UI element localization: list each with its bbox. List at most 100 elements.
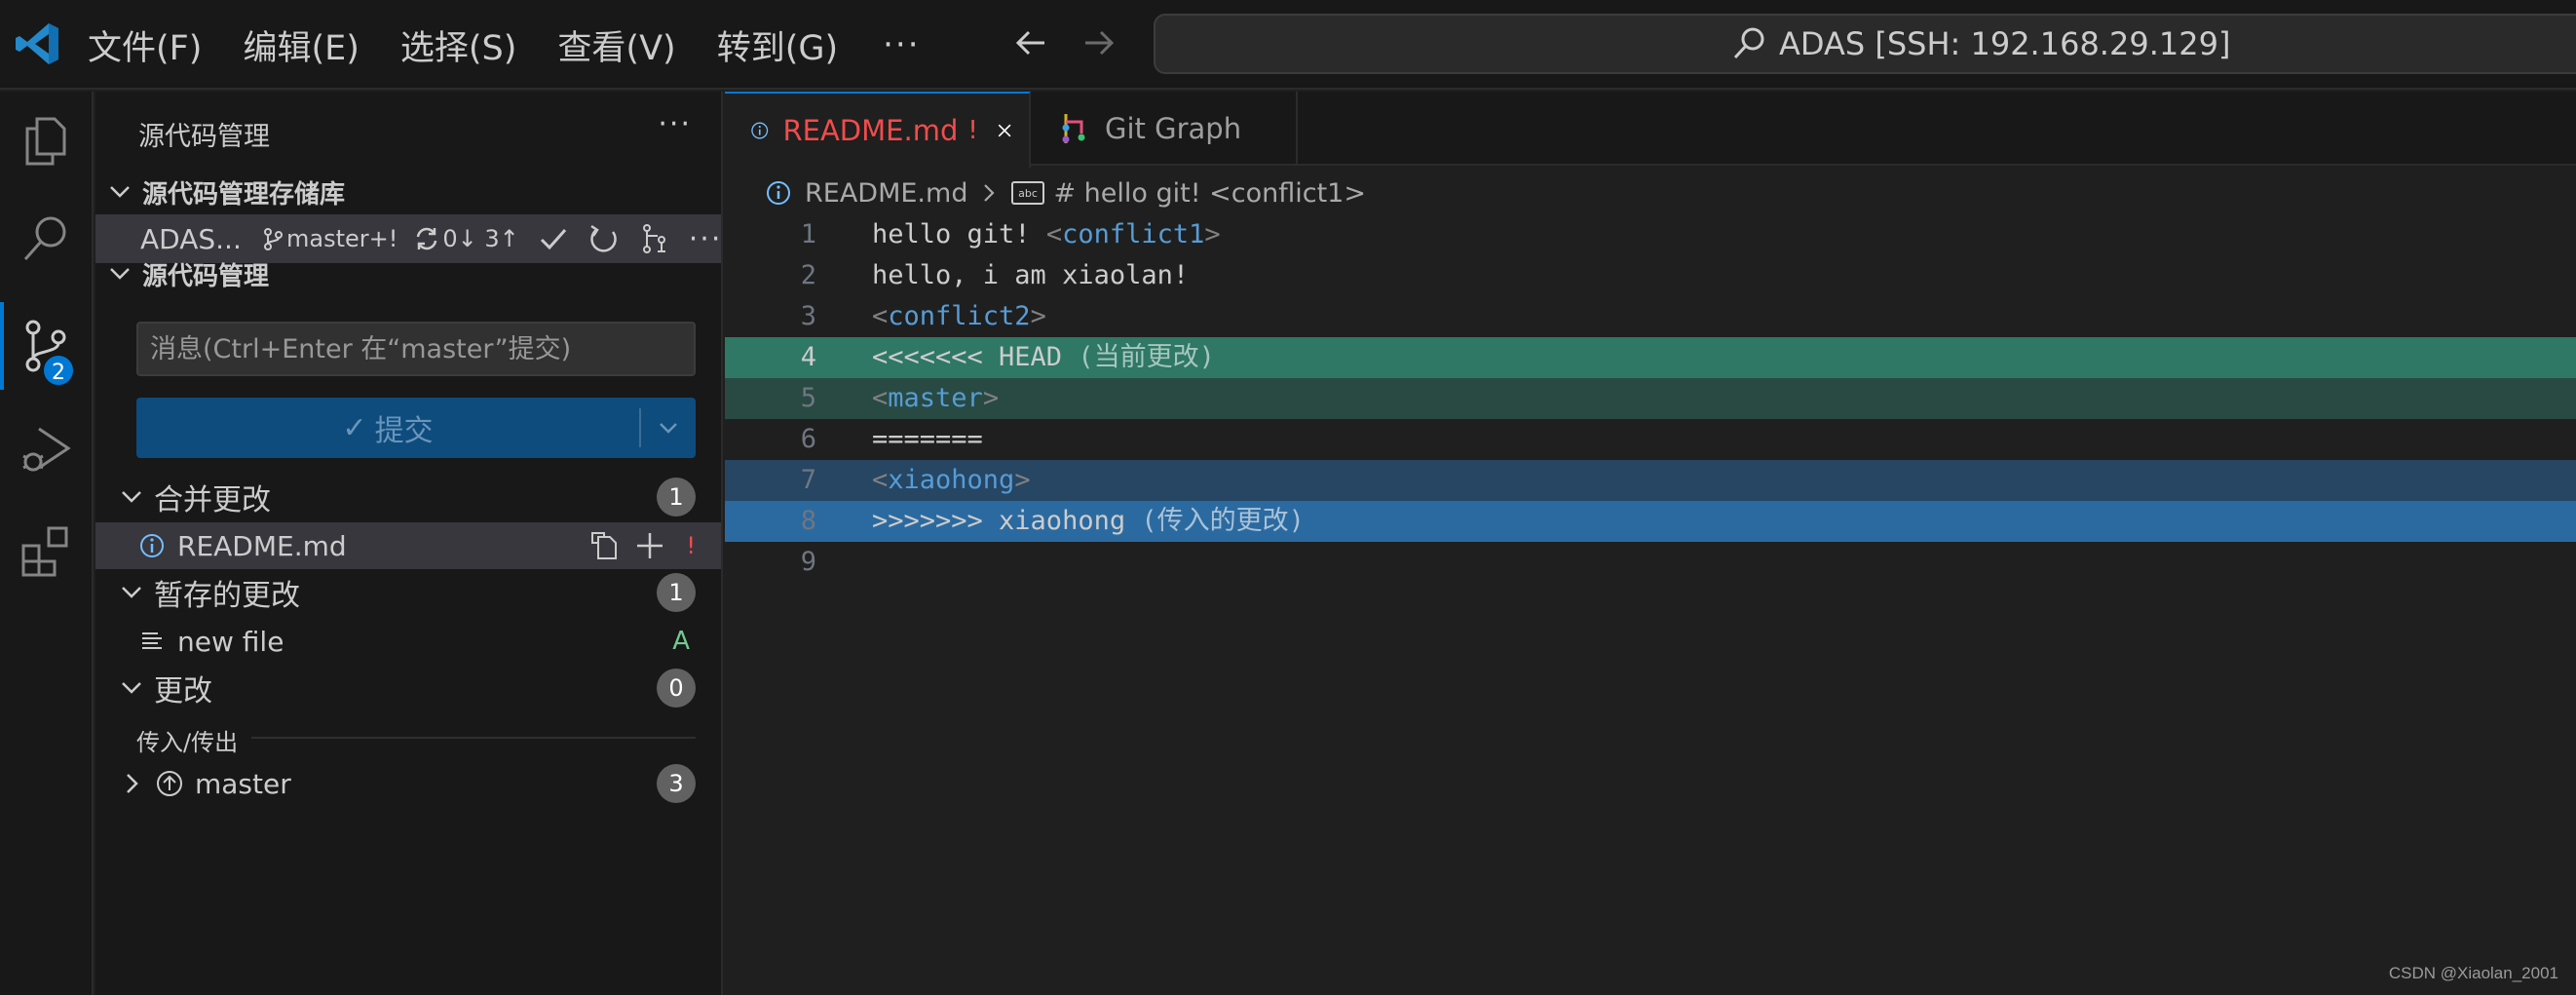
staged-file-row[interactable]: new file A [95, 618, 721, 665]
vscode-logo-icon [16, 23, 58, 64]
forward-arrow-icon[interactable] [1080, 23, 1118, 62]
tab-readme-label: README.md [782, 114, 959, 147]
source-control-section-label: 源代码管理 [142, 261, 270, 291]
extensions-icon[interactable] [18, 522, 74, 579]
code-line: 2 hello, i am xiaolan! [725, 255, 2576, 296]
search-view-icon[interactable] [18, 210, 74, 267]
source-control-section-header[interactable]: 源代码管理 [95, 251, 721, 296]
sync-icon [417, 227, 437, 250]
merge-changes-count: 1 [657, 478, 696, 517]
commit-dropdown-button[interactable] [641, 398, 696, 458]
current-change-marker-line: 4 <<<<<<< HEAD (当前更改) [725, 337, 2576, 378]
menu-more-button[interactable]: ··· [883, 25, 920, 64]
line-number: 6 [800, 424, 816, 454]
tab-git-graph-label: Git Graph [1105, 112, 1242, 145]
repositories-section-label: 源代码管理存储库 [142, 179, 346, 210]
info-icon [767, 181, 790, 205]
commit-button-group: ✓ 提交 [136, 398, 696, 458]
repositories-section-header[interactable]: 源代码管理存储库 [95, 170, 721, 214]
code-text: <conflict2> [872, 301, 1046, 331]
incoming-outgoing-label: 传入/传出 [136, 729, 239, 756]
staged-file-name: new file [177, 625, 284, 658]
editor-tab-bar: README.md ! Git Graph [725, 92, 2576, 168]
tab-readme[interactable]: README.md ! [725, 92, 1031, 168]
sync-indicator[interactable]: 0↓ 3↑ [413, 225, 519, 252]
source-control-sidebar: 源代码管理 ··· 源代码管理存储库 ADAS... master+! 0↓ 3… [95, 92, 723, 995]
code-text: hello, i am xiaolan! [872, 260, 1190, 290]
commit-button[interactable]: ✓ 提交 [136, 398, 639, 458]
tab-git-graph[interactable]: Git Graph [1033, 92, 1298, 166]
search-icon [1733, 27, 1764, 59]
command-center-label: ADAS [SSH: 192.168.29.129] [1779, 25, 2231, 62]
branch-name: master+! [286, 225, 398, 252]
breadcrumb-file[interactable]: README.md [805, 178, 967, 209]
incoming-outgoing-divider [251, 737, 696, 739]
line-number: 8 [800, 506, 816, 536]
line-number: 4 [800, 342, 816, 372]
staged-changes-group[interactable]: 暂存的更改 1 [95, 569, 721, 616]
menu-go[interactable]: 转到(G) [717, 20, 838, 70]
menu-bar: 文件(F) 编辑(E) 选择(S) 查看(V) 转到(G) ··· [88, 0, 921, 90]
chevron-down-icon [110, 268, 130, 280]
command-center[interactable]: ADAS [SSH: 192.168.29.129] [1154, 14, 2576, 74]
refresh-icon[interactable] [587, 222, 621, 255]
menu-selection[interactable]: 选择(S) [400, 20, 517, 70]
chevron-down-icon [660, 423, 677, 434]
close-icon[interactable] [996, 117, 1013, 144]
staged-changes-count: 1 [657, 573, 696, 612]
open-file-icon[interactable] [588, 529, 622, 562]
info-icon [751, 122, 769, 139]
run-debug-icon[interactable] [18, 421, 74, 478]
outgoing-branch-row[interactable]: master 3 [95, 760, 721, 807]
stage-plus-icon[interactable] [633, 529, 666, 562]
code-text: hello git! <conflict1> [872, 219, 1221, 249]
menu-view[interactable]: 查看(V) [557, 20, 675, 70]
code-editor[interactable]: 1 hello git! <conflict1> 2 hello, i am x… [725, 214, 2576, 995]
menu-file[interactable]: 文件(F) [88, 20, 202, 70]
chevron-right-icon [127, 774, 138, 793]
outgoing-arrow-icon [157, 771, 182, 796]
code-line: 1 hello git! <conflict1> [725, 214, 2576, 255]
staged-changes-label: 暂存的更改 [154, 579, 300, 613]
changes-group[interactable]: 更改 0 [95, 665, 721, 711]
breadcrumb: README.md abc # hello git! <conflict1> [764, 173, 1366, 212]
watermark: CSDN @Xiaolan_2001 [2388, 964, 2558, 982]
code-text: <xiaohong> [872, 465, 1031, 495]
repository-name: ADAS... [140, 222, 242, 255]
line-number: 3 [800, 301, 816, 331]
line-number: 2 [800, 260, 816, 290]
explorer-files-icon[interactable] [18, 113, 74, 170]
svg-text:abc: abc [1019, 187, 1039, 200]
chevron-down-icon [122, 587, 141, 598]
merge-file-row[interactable]: README.md ! [95, 522, 721, 569]
line-number: 7 [800, 465, 816, 495]
source-control-badge: 2 [41, 353, 76, 388]
git-graph-icon [1062, 114, 1085, 143]
code-text: ======= [872, 424, 983, 454]
commit-check-icon[interactable] [537, 222, 570, 255]
sync-counts: 0↓ 3↑ [442, 225, 519, 252]
sidebar-more-button[interactable]: ··· [658, 107, 692, 141]
back-arrow-icon[interactable] [1011, 23, 1050, 62]
added-status: A [672, 627, 690, 656]
activity-bar: 2 [0, 92, 94, 995]
active-view-indicator [0, 302, 4, 390]
code-text: <<<<<<< HEAD (当前更改) [872, 342, 1215, 372]
checkmark-icon: ✓ [342, 410, 367, 445]
chevron-down-icon [110, 186, 130, 198]
changes-label: 更改 [154, 674, 212, 708]
merge-file-name: README.md [177, 529, 347, 562]
conflict-separator-line: 6 ======= [725, 419, 2576, 460]
incoming-change-marker-line: 8 >>>>>>> xiaohong (传入的更改) [725, 501, 2576, 542]
commit-message-input[interactable] [136, 322, 696, 376]
breadcrumb-symbol[interactable]: # hello git! <conflict1> [1053, 178, 1366, 209]
commit-button-label: 提交 [374, 414, 434, 448]
branch-indicator[interactable]: master+! [261, 225, 398, 252]
code-text: >>>>>>> xiaohong (传入的更改) [872, 506, 1305, 536]
merge-changes-group[interactable]: 合并更改 1 [95, 474, 721, 520]
menu-edit[interactable]: 编辑(E) [243, 20, 359, 70]
chevron-down-icon [122, 491, 141, 503]
current-change-hint: (当前更改) [1078, 342, 1215, 372]
conflict-status: ! [686, 532, 696, 559]
git-graph-icon[interactable] [638, 222, 671, 255]
